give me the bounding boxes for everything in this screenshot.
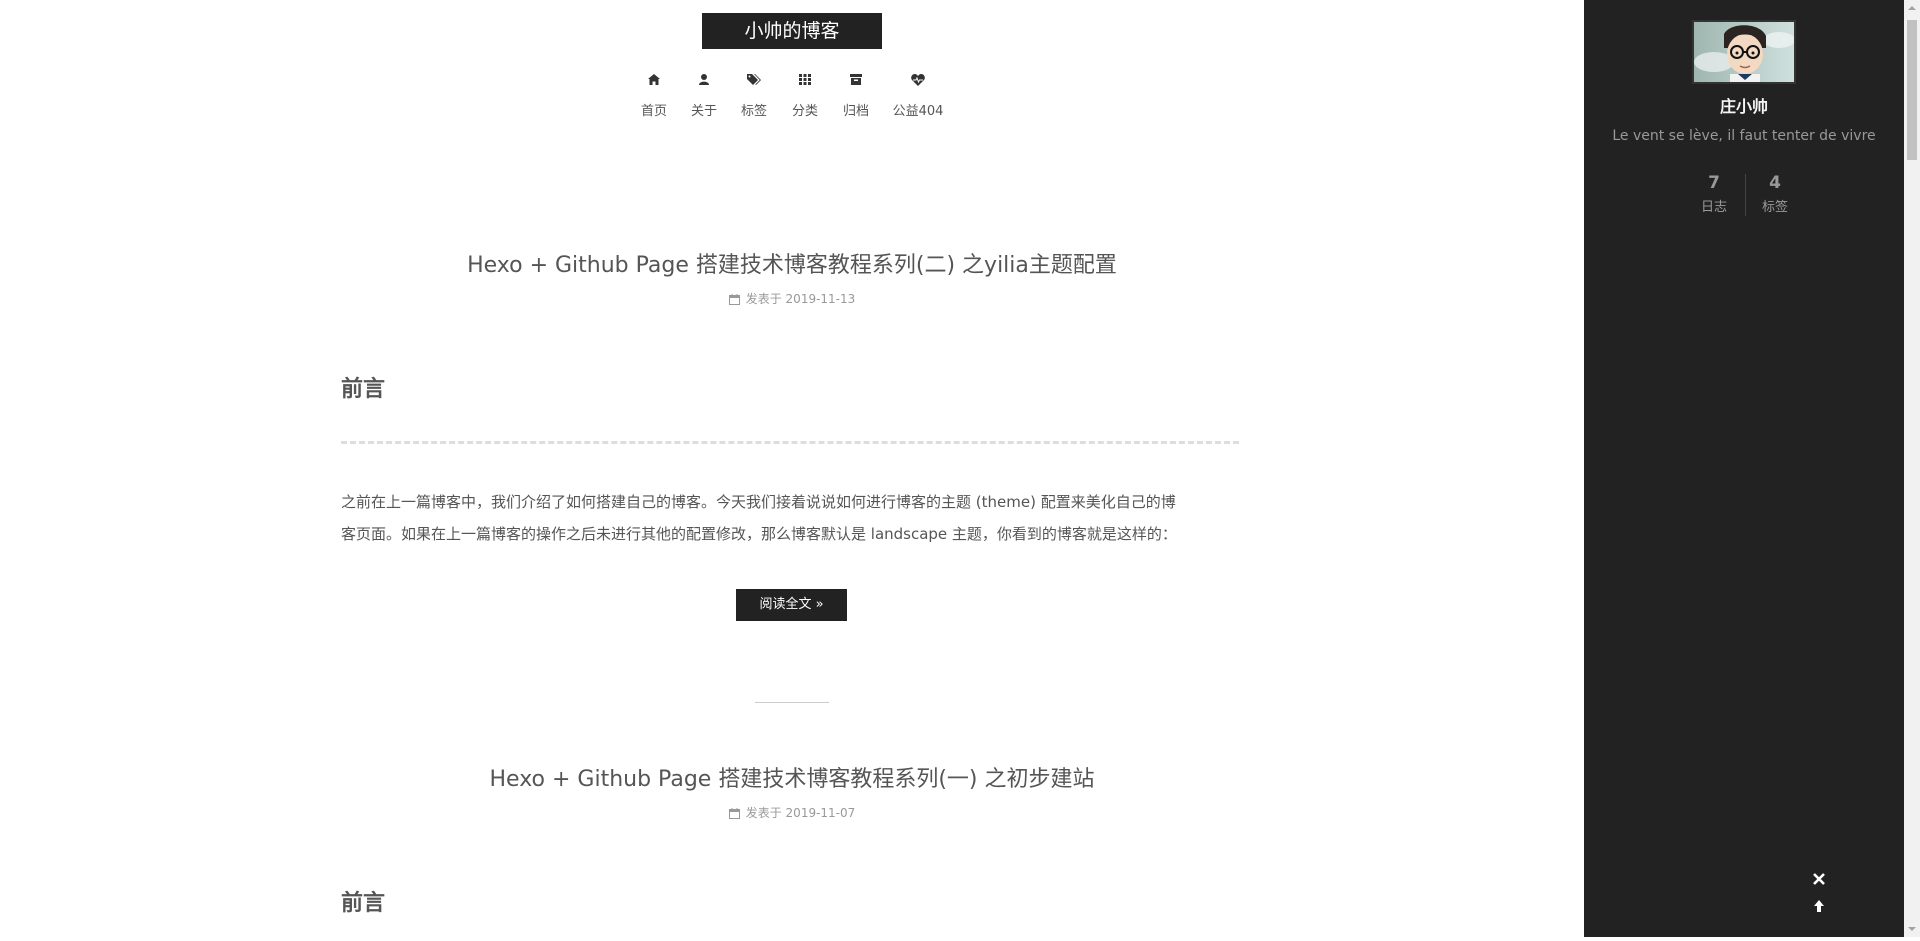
dashed-divider xyxy=(341,441,1239,444)
scroll-thumb[interactable] xyxy=(1907,20,1917,160)
stat-count: 7 xyxy=(1708,173,1720,193)
read-more-button[interactable]: 阅读全文 » xyxy=(736,589,847,621)
stat-count: 4 xyxy=(1769,173,1781,193)
post-divider xyxy=(755,702,829,703)
nav-item-archives[interactable]: 归档 xyxy=(838,74,874,119)
nav-item-404[interactable]: 公益404 xyxy=(888,74,948,119)
heartbeat-icon xyxy=(888,74,948,94)
post-meta: 发表于 2019-11-07 xyxy=(0,804,1584,821)
avatar xyxy=(1692,20,1796,84)
stat-label: 日志 xyxy=(1700,200,1727,215)
grid-icon xyxy=(787,74,823,94)
page-scrollbar[interactable] xyxy=(1904,0,1920,937)
nav-label: 标签 xyxy=(740,104,767,119)
post-meta: 发表于 2019-11-13 xyxy=(0,290,1584,307)
archive-icon xyxy=(838,74,874,94)
nav-label: 首页 xyxy=(640,104,667,119)
nav-label: 归档 xyxy=(842,104,869,119)
main-content: 小帅的博客 首页 关于 标签 分类 归档 公益404 Hexo + Github… xyxy=(0,0,1584,937)
sidebar: 庄小帅 Le vent se lève, il faut tenter de v… xyxy=(1584,0,1904,937)
section-heading: 前言 xyxy=(341,377,386,402)
arrow-up-icon xyxy=(1814,900,1824,912)
stat-label: 标签 xyxy=(1761,200,1788,215)
post-excerpt: 之前在上一篇博客中，我们介绍了如何搭建自己的博客。今天我们接着说说如何进行博客的… xyxy=(341,486,1241,550)
section-heading: 前言 xyxy=(341,891,386,916)
excerpt-line: 客页面。如果在上一篇博客的操作之后未进行其他的配置修改，那么博客默认是 land… xyxy=(341,525,1177,543)
calendar-icon xyxy=(728,808,740,819)
stat-posts[interactable]: 7 日志 xyxy=(1684,173,1744,215)
author-name: 庄小帅 xyxy=(1719,97,1768,116)
nav-item-about[interactable]: 关于 xyxy=(686,74,722,119)
main-nav: 首页 关于 标签 分类 归档 公益404 xyxy=(0,74,1584,124)
close-icon xyxy=(1813,873,1825,885)
nav-label: 分类 xyxy=(791,104,818,119)
nav-label: 公益404 xyxy=(892,104,944,119)
calendar-icon xyxy=(728,294,740,305)
nav-label: 关于 xyxy=(690,104,717,119)
author-motto: Le vent se lève, il faut tenter de vivre xyxy=(1612,128,1876,144)
user-icon xyxy=(686,74,722,94)
avatar-image xyxy=(1694,22,1794,82)
post-meta-prefix: 发表于 xyxy=(745,292,782,306)
nav-item-tags[interactable]: 标签 xyxy=(736,74,772,119)
caret-down-icon xyxy=(1908,927,1916,931)
post-title[interactable]: Hexo + Github Page 搭建技术博客教程系列(二) 之yilia主… xyxy=(0,247,1584,279)
sidebar-close-button[interactable] xyxy=(1809,869,1829,889)
post-date[interactable]: 2019-11-13 xyxy=(786,292,856,306)
post-date[interactable]: 2019-11-07 xyxy=(786,806,856,820)
tags-icon xyxy=(736,74,772,94)
nav-item-home[interactable]: 首页 xyxy=(636,74,672,119)
site-title[interactable]: 小帅的博客 xyxy=(702,13,882,49)
stat-tags[interactable]: 4 标签 xyxy=(1745,173,1805,215)
post-meta-prefix: 发表于 xyxy=(745,806,782,820)
caret-up-icon xyxy=(1908,6,1916,10)
home-icon xyxy=(636,74,672,94)
back-to-top-button[interactable] xyxy=(1809,896,1829,916)
post-title[interactable]: Hexo + Github Page 搭建技术博客教程系列(一) 之初步建站 xyxy=(0,761,1584,793)
excerpt-line: 之前在上一篇博客中，我们介绍了如何搭建自己的博客。今天我们接着说说如何进行博客的… xyxy=(341,493,1176,511)
scroll-down-arrow[interactable] xyxy=(1904,921,1920,937)
nav-item-categories[interactable]: 分类 xyxy=(787,74,823,119)
scroll-up-arrow[interactable] xyxy=(1904,0,1920,16)
